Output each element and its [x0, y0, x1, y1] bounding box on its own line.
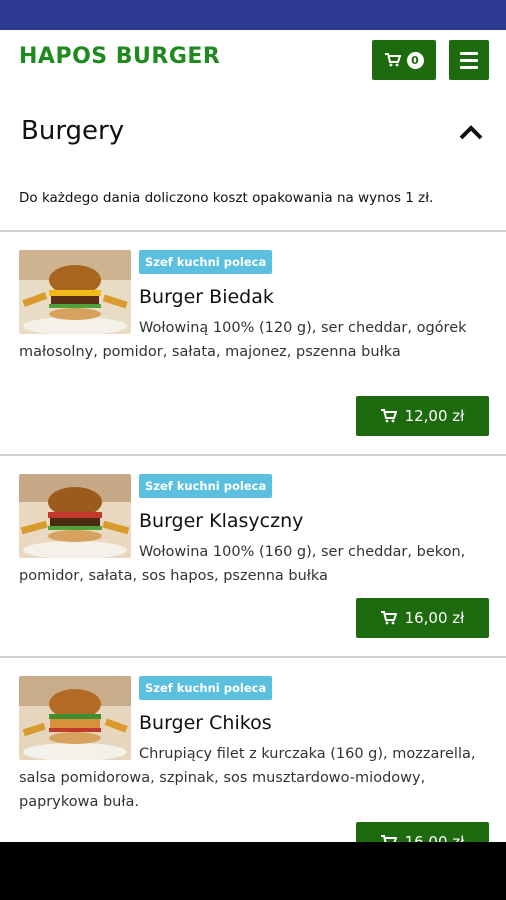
cart-icon — [380, 611, 397, 625]
divider — [0, 230, 506, 232]
packaging-note: Do każdego dania doliczono koszt opakowa… — [19, 190, 434, 206]
item-description: Wołowiną 100% (120 g), ser cheddar, ogór… — [19, 320, 467, 360]
hamburger-menu-icon — [460, 51, 478, 55]
cart-button[interactable]: 0 — [372, 40, 436, 80]
hamburger-menu-button[interactable] — [449, 40, 489, 80]
status-bar — [0, 0, 506, 30]
menu-item: Szef kuchni poleca Burger Chikos Chrupią… — [0, 676, 506, 866]
chevron-up-icon[interactable] — [459, 124, 483, 140]
item-description: Chrupiący filet z kurczaka (160 g), mozz… — [19, 746, 476, 810]
item-description: Wołowina 100% (160 g), ser cheddar, beko… — [19, 544, 466, 584]
system-navigation-bar — [0, 842, 506, 900]
divider — [0, 656, 506, 658]
menu-item: Szef kuchni poleca Burger Klasyczny Woło… — [0, 474, 506, 644]
divider — [0, 454, 506, 456]
add-to-cart-button[interactable]: 12,00 zł — [356, 396, 489, 436]
brand-logo[interactable]: HAPOS BURGER — [19, 44, 220, 69]
chef-recommends-badge: Szef kuchni poleca — [139, 474, 273, 498]
chef-recommends-badge: Szef kuchni poleca — [139, 250, 273, 274]
category-header[interactable]: Burgery — [0, 100, 506, 164]
app-header: HAPOS BURGER 0 — [0, 30, 506, 94]
item-name[interactable]: Burger Klasyczny — [139, 510, 303, 532]
item-name[interactable]: Burger Biedak — [139, 286, 274, 308]
price-label: 12,00 zł — [404, 407, 465, 425]
cart-icon — [380, 409, 397, 423]
category-title: Burgery — [21, 116, 125, 146]
item-name[interactable]: Burger Chikos — [139, 712, 272, 734]
menu-item: Szef kuchni poleca Burger Biedak Wołowin… — [0, 250, 506, 440]
price-label: 16,00 zł — [404, 609, 465, 627]
cart-icon — [384, 53, 401, 67]
chef-recommends-badge: Szef kuchni poleca — [139, 676, 273, 700]
add-to-cart-button[interactable]: 16,00 zł — [356, 598, 489, 638]
cart-count-badge: 0 — [406, 51, 424, 69]
